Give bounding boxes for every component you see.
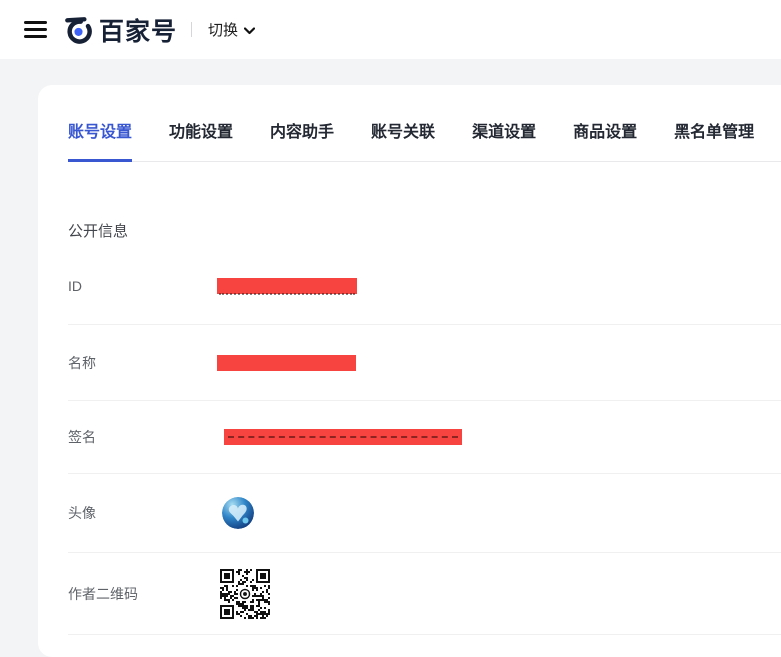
public-info-rows: ID 名称 签名 头像 (38, 247, 781, 635)
row-author-qrcode: 作者二维码 (68, 553, 781, 635)
switch-label: 切换 (208, 19, 238, 40)
tab-account-settings[interactable]: 账号设置 (68, 118, 132, 162)
row-name: 名称 (68, 325, 781, 401)
avatar-image[interactable] (222, 497, 254, 529)
tab-channel-settings[interactable]: 渠道设置 (472, 118, 536, 162)
row-id-label: ID (68, 278, 217, 294)
row-id: ID (68, 247, 781, 325)
row-signature: 签名 (68, 401, 781, 474)
settings-tabs: 账号设置 功能设置 内容助手 账号关联 渠道设置 商品设置 黑名单管理 (38, 85, 781, 162)
header-divider (191, 22, 192, 37)
baijiahao-logo-icon (63, 14, 94, 45)
tab-function-settings[interactable]: 功能设置 (169, 118, 233, 162)
menu-icon[interactable] (24, 21, 47, 38)
settings-card: 账号设置 功能设置 内容助手 账号关联 渠道设置 商品设置 黑名单管理 公开信息… (38, 85, 781, 657)
chevron-down-icon (244, 27, 255, 35)
redacted-signature-value (224, 429, 462, 445)
app-header: 百家号 切换 (0, 0, 781, 59)
tabs-divider (68, 161, 781, 162)
baijiahao-logo[interactable]: 百家号 (63, 12, 177, 48)
row-author-qrcode-label: 作者二维码 (68, 584, 217, 604)
qr-code (220, 569, 270, 619)
tab-account-linking[interactable]: 账号关联 (371, 118, 435, 162)
redacted-id-value (217, 278, 357, 294)
redacted-name-value (217, 355, 356, 371)
row-signature-label: 签名 (68, 427, 217, 447)
row-name-label: 名称 (68, 353, 217, 373)
account-switch-button[interactable]: 切换 (208, 19, 255, 40)
row-avatar-label: 头像 (68, 503, 217, 523)
tab-blacklist-management[interactable]: 黑名单管理 (674, 118, 754, 162)
row-avatar: 头像 (68, 474, 781, 553)
logo-text: 百家号 (99, 12, 177, 48)
tab-content-assistant[interactable]: 内容助手 (270, 118, 334, 162)
section-title-public-info: 公开信息 (68, 220, 781, 241)
tab-product-settings[interactable]: 商品设置 (573, 118, 637, 162)
